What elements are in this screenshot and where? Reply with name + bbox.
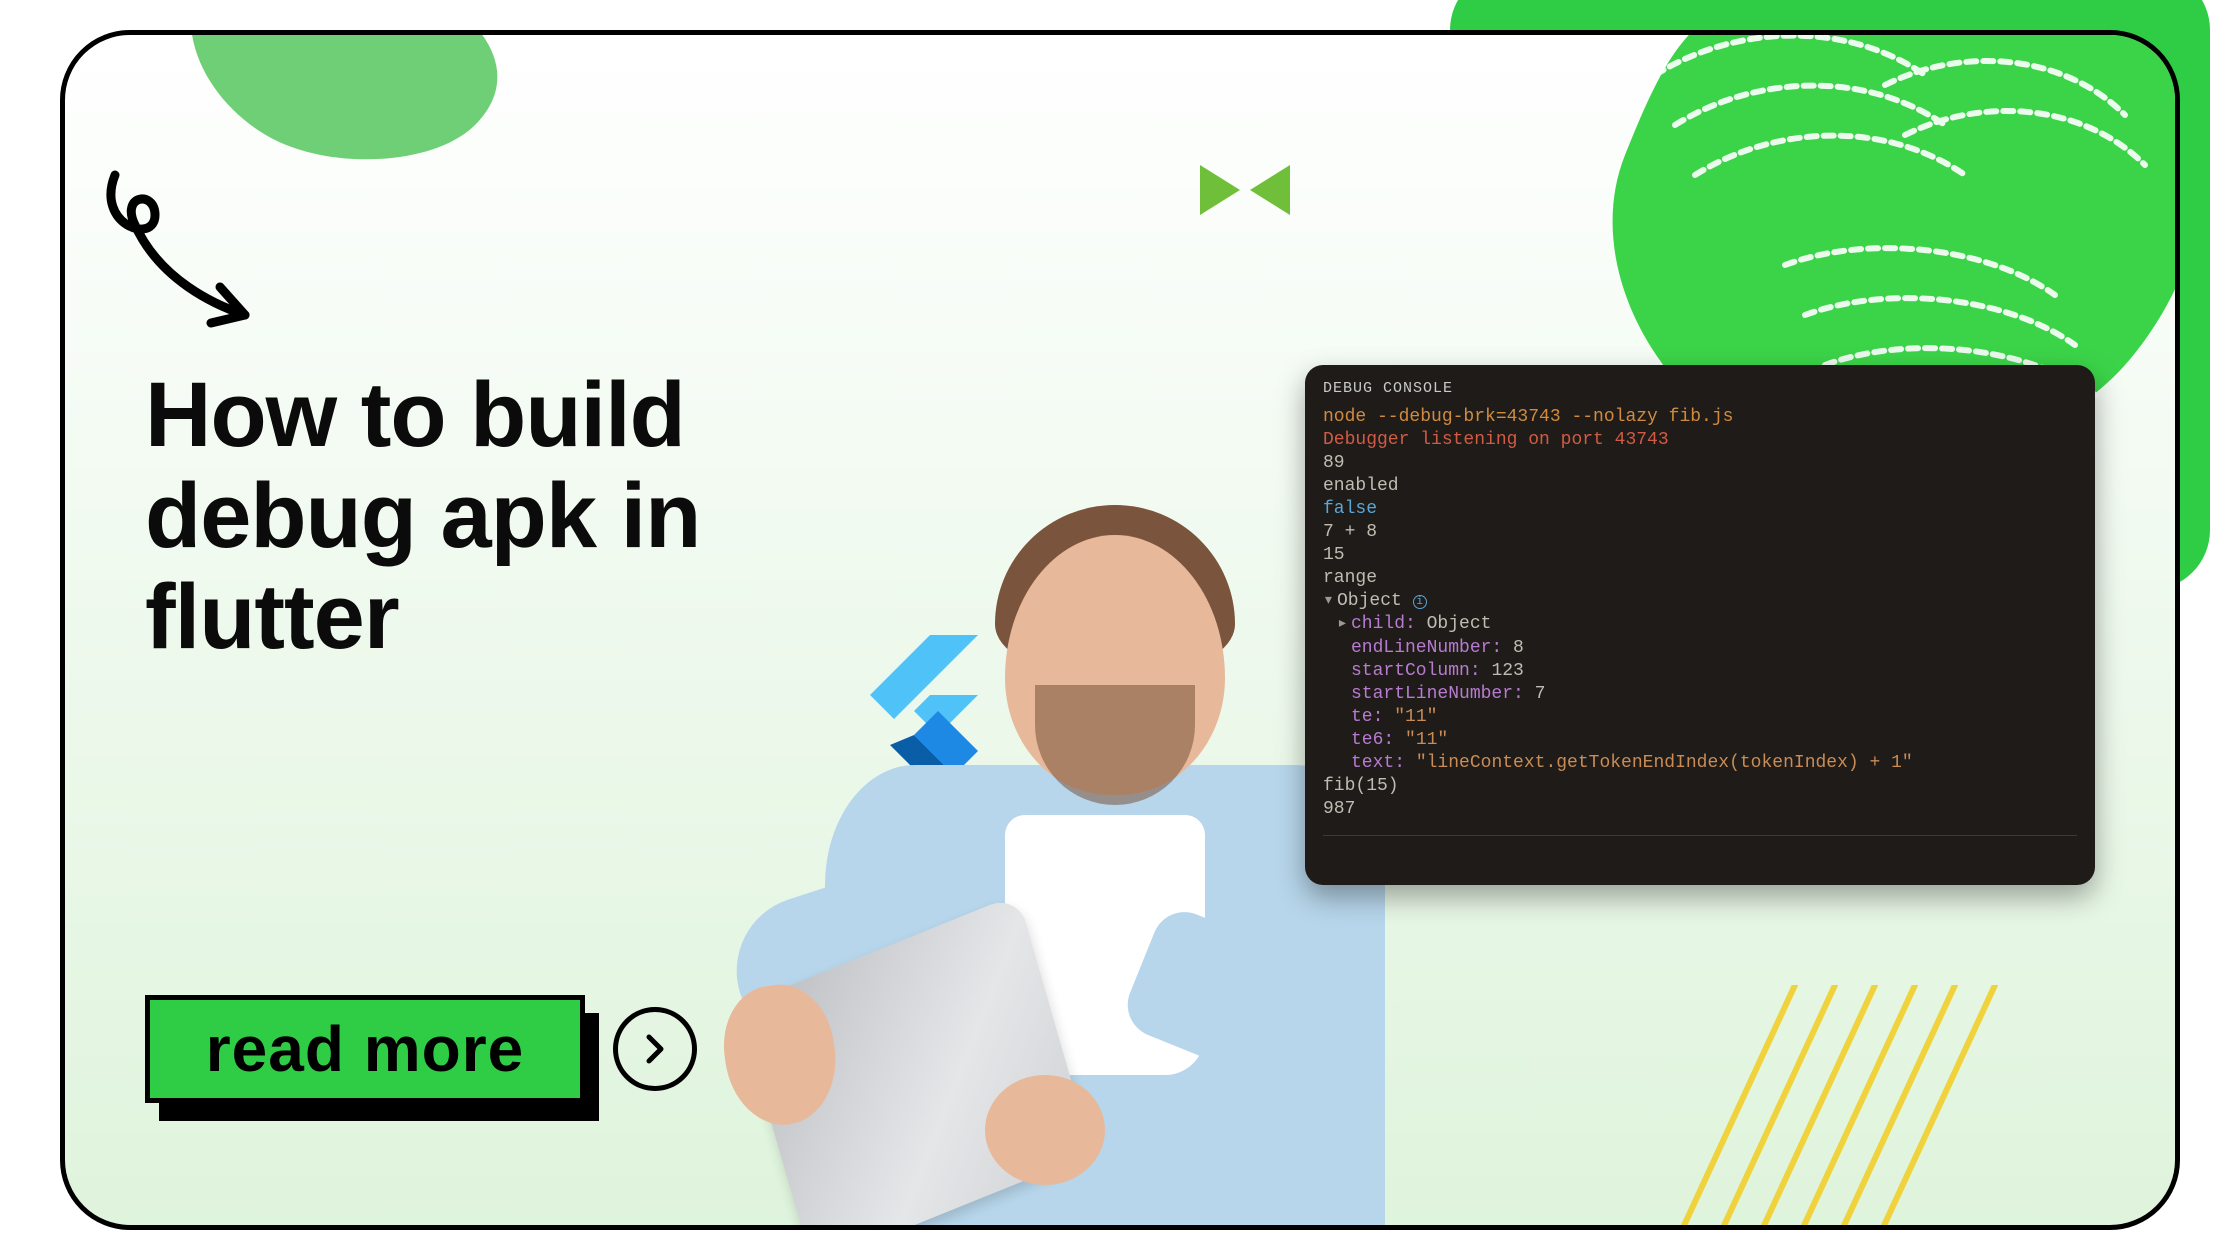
- debug-console-title: DEBUG CONSOLE: [1323, 379, 2077, 398]
- console-line: 987: [1323, 798, 2077, 821]
- console-line: enabled: [1323, 475, 2077, 498]
- cta-group: read more: [145, 995, 697, 1103]
- console-divider: [1323, 835, 2077, 836]
- console-line: Debugger listening on port 43743: [1323, 429, 2077, 452]
- console-line: node --debug-brk=43743 --nolazy fib.js: [1323, 406, 2077, 429]
- console-line: fib(15): [1323, 775, 2077, 798]
- console-prop: startColumn: 123: [1323, 660, 2077, 683]
- caret-right-icon: ▸: [1337, 613, 1351, 636]
- curly-arrow-icon: [85, 165, 275, 335]
- console-child-row: ▸child: Object: [1323, 613, 2077, 636]
- console-line: 7 + 8: [1323, 521, 2077, 544]
- bowtie-icon: [1195, 155, 1295, 225]
- info-icon: i: [1413, 595, 1427, 609]
- cta-arrow-button[interactable]: [613, 1007, 697, 1091]
- debug-console-panel: DEBUG CONSOLE node --debug-brk=43743 --n…: [1305, 365, 2095, 885]
- caret-down-icon: ▾: [1323, 590, 1337, 613]
- console-line: 89: [1323, 452, 2077, 475]
- console-prop: te6: "11": [1323, 729, 2077, 752]
- read-more-button[interactable]: read more: [145, 995, 585, 1103]
- console-prop: startLineNumber: 7: [1323, 683, 2077, 706]
- green-blob-top-left: [185, 30, 515, 175]
- page-title: How to build debug apk in flutter: [145, 365, 785, 669]
- console-prop: te: "11": [1323, 706, 2077, 729]
- console-object-row: ▾Object i: [1323, 590, 2077, 613]
- console-line: false: [1323, 498, 2077, 521]
- console-line: 15: [1323, 544, 2077, 567]
- chevron-right-icon: [637, 1031, 673, 1067]
- console-prop: endLineNumber: 8: [1323, 637, 2077, 660]
- console-prop: text: "lineContext.getTokenEndIndex(toke…: [1323, 752, 2077, 775]
- hero-card: How to build debug apk in flutter read m…: [60, 30, 2180, 1230]
- console-line: range: [1323, 567, 2077, 590]
- yellow-diagonal-lines: [1635, 985, 2015, 1230]
